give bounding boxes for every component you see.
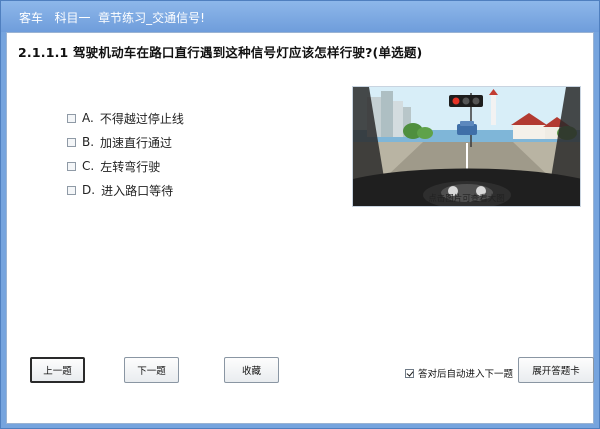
- option-c[interactable]: C. 左转弯行驶: [67, 154, 184, 178]
- image-caption: 点击图片可查看大图: [428, 194, 505, 204]
- auto-next-label: 答对后自动进入下一题: [418, 369, 514, 380]
- question-image[interactable]: [352, 86, 581, 207]
- auto-next-checkbox[interactable]: [405, 368, 414, 378]
- option-c-checkbox[interactable]: [67, 161, 76, 171]
- option-b-letter: B.: [82, 135, 95, 149]
- prev-question-button[interactable]: 上一题: [30, 357, 85, 383]
- app-window: 客车 科目一 章节练习_交通信号! 2.1.1.1 驾驶机动车在路口直行遇到这种…: [0, 0, 600, 429]
- auto-next-toggle[interactable]: 答对后自动进入下一题: [405, 366, 513, 380]
- question-text: 2.1.1.1 驾驶机动车在路口直行遇到这种信号灯应该怎样行驶?(单选题): [18, 45, 423, 60]
- option-d[interactable]: D. 进入路口等待: [67, 178, 184, 202]
- option-c-letter: C.: [82, 159, 95, 173]
- option-c-text: 左转弯行驶: [100, 159, 161, 174]
- option-a[interactable]: A. 不得越过停止线: [67, 106, 184, 130]
- option-a-text: 不得越过停止线: [99, 111, 184, 126]
- driving-scene-image: [353, 87, 580, 206]
- title-bar: 客车 科目一 章节练习_交通信号!: [1, 1, 599, 32]
- next-question-button[interactable]: 下一题: [124, 357, 179, 383]
- option-b[interactable]: B. 加速直行通过: [67, 130, 184, 154]
- options-list: A. 不得越过停止线 B. 加速直行通过 C. 左转弯行驶 D. 进入路口等待: [67, 106, 184, 202]
- option-b-text: 加速直行通过: [100, 135, 173, 150]
- option-a-letter: A.: [82, 111, 94, 125]
- option-d-letter: D.: [82, 183, 96, 197]
- answer-card-button[interactable]: 展开答题卡: [518, 357, 594, 383]
- option-a-checkbox[interactable]: [67, 113, 76, 123]
- favorite-button[interactable]: 收藏: [224, 357, 279, 383]
- option-d-text: 进入路口等待: [101, 183, 174, 198]
- option-d-checkbox[interactable]: [67, 185, 76, 195]
- option-b-checkbox[interactable]: [67, 137, 76, 147]
- window-title: 客车 科目一 章节练习_交通信号!: [19, 11, 205, 25]
